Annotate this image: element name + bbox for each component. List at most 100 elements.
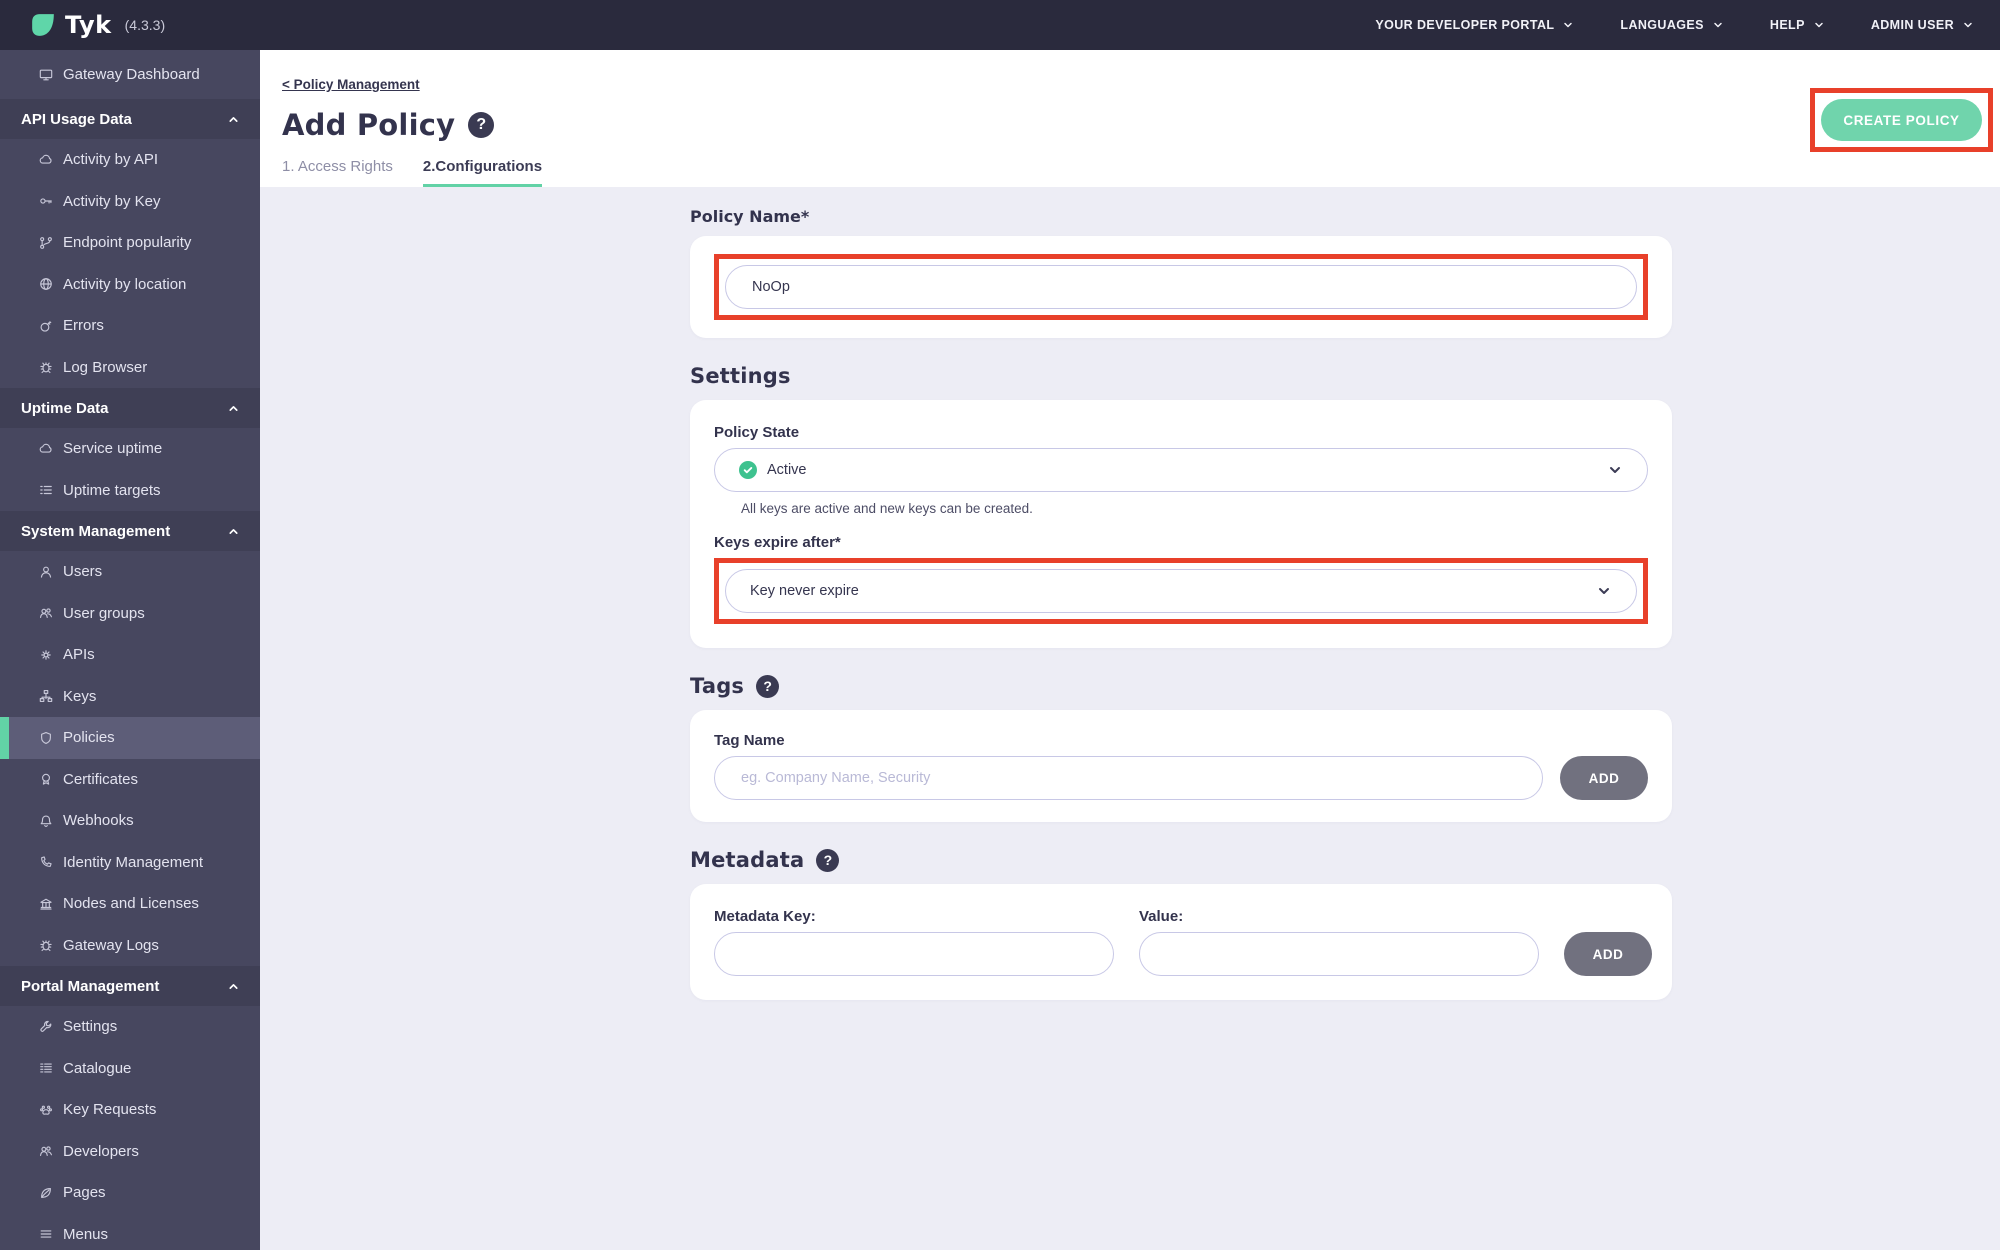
top-menu-help[interactable]: HELP xyxy=(1770,18,1825,32)
bug-icon xyxy=(38,938,53,952)
sidebar-section-portal-management[interactable]: Portal Management xyxy=(0,966,260,1006)
tags-heading: Tags xyxy=(690,674,745,698)
metadata-key-label: Metadata Key: xyxy=(714,908,816,925)
sidebar-item-keys[interactable]: Keys xyxy=(0,676,260,718)
monitor-icon xyxy=(38,68,53,82)
top-menu-admin-user[interactable]: ADMIN USER xyxy=(1871,18,1974,32)
sidebar-item-label: Uptime targets xyxy=(63,481,161,499)
chevron-up-icon xyxy=(229,983,238,989)
policy-name-input[interactable] xyxy=(725,265,1637,309)
metadata-card: Metadata Key: Value: ADD xyxy=(690,884,1672,1000)
list-icon xyxy=(38,483,53,497)
sidebar-item-certificates[interactable]: Certificates xyxy=(0,759,260,801)
sidebar-item-service-uptime[interactable]: Service uptime xyxy=(0,428,260,470)
page-header: < Policy Management Add Policy ? 1. Acce… xyxy=(260,50,2000,187)
keys-expire-after-label: Keys expire after* xyxy=(714,534,841,551)
sidebar-item-activity-by-api[interactable]: Activity by API xyxy=(0,139,260,181)
sidebar-item-label: Log Browser xyxy=(63,358,148,376)
globe-icon xyxy=(38,277,53,291)
tags-help-icon[interactable]: ? xyxy=(756,674,780,698)
page-title: Add Policy xyxy=(282,108,456,142)
sidebar-section-label: Portal Management xyxy=(21,977,160,995)
sidebar-item-users[interactable]: Users xyxy=(0,551,260,593)
top-menu-languages[interactable]: LANGUAGES xyxy=(1620,18,1723,32)
sidebar-item-user-groups[interactable]: User groups xyxy=(0,593,260,635)
top-menu-label: ADMIN USER xyxy=(1870,18,1954,32)
tab-1-access-rights[interactable]: 1. Access Rights xyxy=(282,158,393,187)
sidebar-item-label: Menus xyxy=(63,1225,109,1243)
sidebar-item-pages[interactable]: Pages xyxy=(0,1172,260,1214)
sidebar-item-activity-by-location[interactable]: Activity by location xyxy=(0,264,260,306)
bug-icon xyxy=(38,360,53,374)
top-menu-your-developer-portal[interactable]: YOUR DEVELOPER PORTAL xyxy=(1375,18,1574,32)
sidebar-item-gateway-dashboard[interactable]: Gateway Dashboard xyxy=(0,50,260,99)
sidebar-item-uptime-targets[interactable]: Uptime targets xyxy=(0,470,260,512)
key-icon xyxy=(38,194,53,208)
sidebar-item-nodes-and-licenses[interactable]: Nodes and Licenses xyxy=(0,883,260,925)
sidebar-item-label: Gateway Dashboard xyxy=(63,66,200,83)
user-icon xyxy=(38,565,53,579)
branch-icon xyxy=(38,236,53,250)
policy-state-helper: All keys are active and new keys can be … xyxy=(741,501,1033,516)
sidebar-item-key-requests[interactable]: Key Requests xyxy=(0,1089,260,1131)
metadata-add-button[interactable]: ADD xyxy=(1564,932,1652,976)
sidebar-item-apis[interactable]: APIs xyxy=(0,634,260,676)
keys-expire-after-select[interactable]: Key never expire xyxy=(725,569,1637,613)
tyk-logo-icon xyxy=(32,14,54,36)
metadata-value-input[interactable] xyxy=(1139,932,1539,976)
sidebar-item-gateway-logs[interactable]: Gateway Logs xyxy=(0,925,260,967)
top-menu-label: YOUR DEVELOPER PORTAL xyxy=(1375,18,1555,32)
sidebar-item-label: User groups xyxy=(63,604,145,622)
sidebar-item-label: APIs xyxy=(63,646,95,664)
cloud-icon xyxy=(38,442,53,456)
cogs-icon xyxy=(38,648,53,662)
metadata-help-icon[interactable]: ? xyxy=(816,848,840,872)
sidebar-item-developers[interactable]: Developers xyxy=(0,1131,260,1173)
wrench-icon xyxy=(38,1020,53,1034)
leaf-icon xyxy=(38,1186,53,1200)
sidebar-item-label: Gateway Logs xyxy=(63,936,159,954)
sidebar-section-label: API Usage Data xyxy=(21,110,132,128)
sidebar-item-label: Catalogue xyxy=(63,1059,132,1077)
sidebar-item-label: Key Requests xyxy=(63,1101,157,1119)
create-policy-button[interactable]: CREATE POLICY xyxy=(1821,99,1982,141)
title-help-icon[interactable]: ? xyxy=(468,112,495,138)
phone-icon xyxy=(38,855,53,869)
sidebar-section-uptime-data[interactable]: Uptime Data xyxy=(0,388,260,428)
tab-2-configurations[interactable]: 2.Configurations xyxy=(422,158,543,187)
bomb-icon xyxy=(38,319,53,333)
sidebar-item-menus[interactable]: Menus xyxy=(0,1214,260,1250)
sidebar-item-label: Identity Management xyxy=(63,853,204,871)
sidebar-nav: Gateway Dashboard API Usage Data Activity … xyxy=(0,50,260,1250)
sidebar-item-settings[interactable]: Settings xyxy=(0,1006,260,1048)
sidebar-section-system-management[interactable]: System Management xyxy=(0,511,260,551)
sidebar-item-label: Endpoint popularity xyxy=(63,234,192,252)
form-content: Policy Name* Settings Policy State xyxy=(260,187,2000,1250)
sidebar-item-policies[interactable]: Policies xyxy=(0,717,260,759)
top-menu-label: HELP xyxy=(1769,18,1805,32)
sidebar-item-log-browser[interactable]: Log Browser xyxy=(0,347,260,389)
certificate-icon xyxy=(38,772,53,786)
policy-state-select[interactable]: Active xyxy=(714,448,1648,492)
breadcrumb[interactable]: < Policy Management xyxy=(282,77,420,92)
sidebar-item-activity-by-key[interactable]: Activity by Key xyxy=(0,181,260,223)
top-menus: YOUR DEVELOPER PORTAL LANGUAGES HELP ADMIN … xyxy=(1375,18,1974,32)
tag-add-button[interactable]: ADD xyxy=(1560,756,1648,800)
tag-name-input[interactable] xyxy=(714,756,1543,800)
sidebar-item-catalogue[interactable]: Catalogue xyxy=(0,1048,260,1090)
sidebar-item-label: Webhooks xyxy=(63,812,134,830)
keys-expire-after-value: Key never expire xyxy=(750,583,859,599)
policy-state-value: Active xyxy=(767,462,807,478)
sitemap-icon xyxy=(38,689,53,703)
brand-name: Tyk xyxy=(65,11,112,39)
chevron-down-icon xyxy=(1610,467,1620,473)
sidebar-item-webhooks[interactable]: Webhooks xyxy=(0,800,260,842)
sidebar-item-identity-management[interactable]: Identity Management xyxy=(0,842,260,884)
tab-bar: 1. Access Rights 2.Configurations xyxy=(282,158,2000,187)
metadata-key-input[interactable] xyxy=(714,932,1114,976)
sidebar-item-label: Policies xyxy=(63,729,115,747)
policy-name-card xyxy=(690,236,1672,338)
sidebar-item-errors[interactable]: Errors xyxy=(0,305,260,347)
sidebar-item-endpoint-popularity[interactable]: Endpoint popularity xyxy=(0,222,260,264)
sidebar-section-api-usage-data[interactable]: API Usage Data xyxy=(0,99,260,139)
